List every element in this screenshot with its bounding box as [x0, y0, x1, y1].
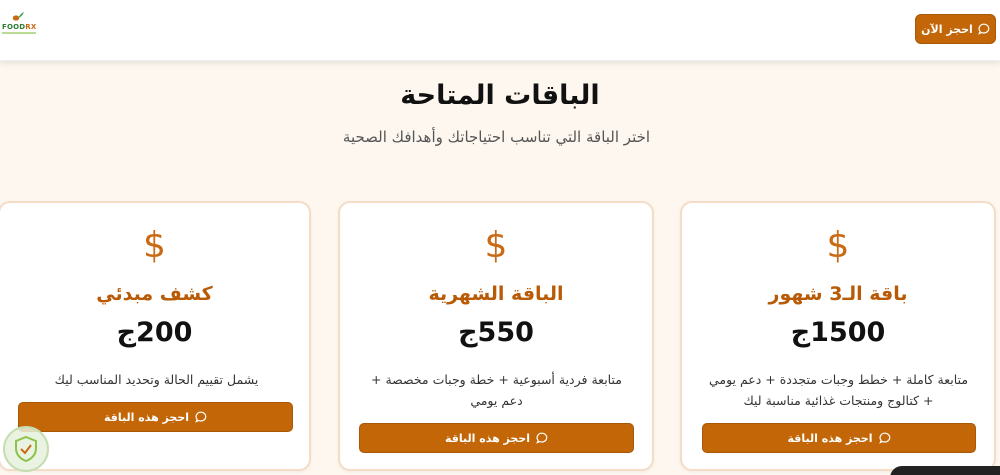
plan-card-initial: $ كشف مبدئي 200ج يشمل تقييم الحالة وتحدي… [0, 201, 311, 471]
chat-bubble-icon [536, 432, 548, 444]
dollar-icon: $ [826, 225, 850, 266]
book-plan-label: احجز هذه الباقة [104, 410, 189, 424]
floating-widget-edge[interactable] [890, 466, 1000, 475]
plan-name: كشف مبدئي [96, 283, 213, 305]
plan-description: متابعة كاملة + خطط وجبات متجددة + دعم يو… [708, 372, 969, 408]
food-rx-logo[interactable]: FOODRX [2, 12, 36, 40]
plan-price: 550ج [458, 317, 534, 348]
plan-name: باقة الـ3 شهور [768, 283, 908, 305]
dollar-icon: $ [484, 225, 508, 266]
plan-card-monthly: $ الباقة الشهرية 550ج متابعة فردية أسبوع… [338, 201, 654, 471]
book-plan-button[interactable]: احجز هذه الباقة [702, 423, 976, 453]
book-now-button[interactable]: احجز الآن [915, 14, 996, 44]
plan-card-three-months: $ باقة الـ3 شهور 1500ج متابعة كاملة + خط… [680, 201, 996, 471]
chat-bubble-icon [195, 411, 207, 423]
shield-logo-icon [3, 426, 49, 472]
book-now-label: احجز الآن [921, 22, 973, 36]
plan-price: 200ج [116, 317, 193, 348]
page-title: الباقات المتاحة [400, 80, 600, 111]
dollar-icon: $ [143, 225, 166, 266]
logo-wordmark: FOODRX [2, 23, 37, 31]
chat-bubble-icon [977, 23, 990, 35]
plan-price: 1500ج [790, 317, 886, 348]
page-subtitle: اختر الباقة التي تناسب احتياجاتك وأهدافك… [342, 128, 651, 146]
plan-description: يشمل تقييم الحالة وتحديد المناسب ليك [54, 372, 259, 387]
logo-tagline-line [2, 32, 36, 34]
book-plan-button[interactable]: احجز هذه الباقة [18, 402, 293, 432]
book-plan-label: احجز هذه الباقة [445, 431, 530, 445]
plan-description: متابعة فردية أسبوعية + خطة وجبات مخصصة +… [371, 372, 622, 408]
plan-name: الباقة الشهرية [428, 283, 564, 305]
top-navbar: FOODRX احجز الآن [0, 0, 1000, 61]
leaf-logo-icon [12, 12, 24, 21]
book-plan-label: احجز هذه الباقة [787, 431, 873, 445]
chat-bubble-icon [878, 432, 890, 444]
book-plan-button[interactable]: احجز هذه الباقة [359, 423, 634, 453]
shield-check-icon [15, 435, 37, 463]
